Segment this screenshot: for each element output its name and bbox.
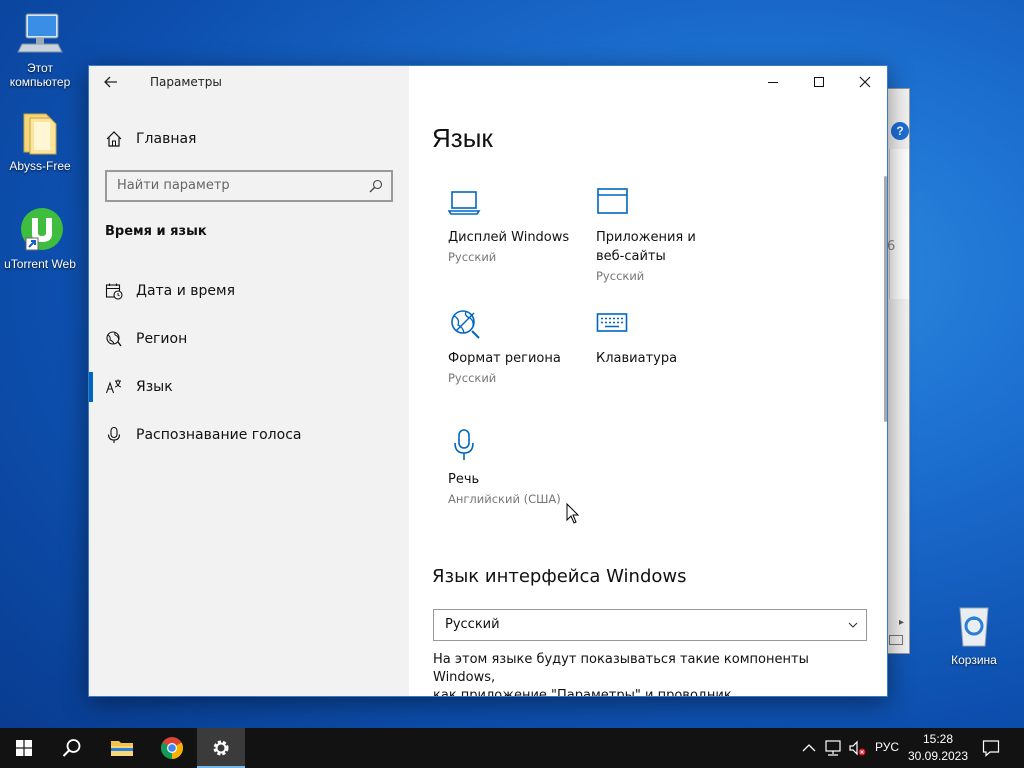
- folder-icon: [16, 108, 64, 156]
- sidebar: Параметры Главная Найти параметр Время и…: [89, 66, 409, 696]
- tile-label: Клавиатура: [596, 351, 678, 366]
- laptop-icon: [448, 191, 481, 215]
- clock-date: 30.09.2023: [907, 749, 969, 763]
- search-button[interactable]: [48, 728, 96, 768]
- chrome-button[interactable]: [148, 728, 196, 768]
- tile-label-line: Приложения и: [596, 230, 696, 245]
- background-window-text: 6: [887, 239, 896, 254]
- tile-label: Речь: [448, 472, 480, 487]
- sidebar-item-date-time[interactable]: Дата и время: [89, 271, 409, 311]
- minimize-button[interactable]: [750, 66, 796, 98]
- volume-muted-icon[interactable]: [848, 739, 866, 757]
- scrollbar[interactable]: [884, 176, 887, 422]
- desktop-icon-recycle-bin[interactable]: Корзина: [936, 602, 1012, 667]
- clock-time: 15:28: [922, 732, 954, 746]
- chrome-icon: [161, 737, 183, 759]
- tile-keyboard[interactable]: Клавиатура: [596, 307, 736, 377]
- scroll-right-icon[interactable]: ▸: [899, 617, 904, 628]
- select-value: Русский: [445, 617, 500, 632]
- tile-label: Дисплей Windows: [448, 230, 570, 245]
- file-explorer-button[interactable]: [98, 728, 146, 768]
- back-arrow-icon: [104, 76, 117, 88]
- recycle-bin-icon: [950, 602, 998, 650]
- settings-window[interactable]: Параметры Главная Найти параметр Время и…: [88, 65, 888, 697]
- home-icon: [106, 131, 122, 147]
- search-icon: [369, 179, 383, 193]
- globe-format-icon: [451, 310, 480, 339]
- tile-subtitle: Русский: [448, 250, 497, 264]
- description-line: как приложение "Параметры" и проводник.: [433, 688, 736, 697]
- search-input[interactable]: Найти параметр: [105, 170, 393, 202]
- sidebar-item-label: Дата и время: [136, 283, 235, 299]
- tile-region-format[interactable]: Формат региона Русский: [448, 307, 588, 387]
- language-indicator[interactable]: РУС: [875, 740, 899, 754]
- active-indicator: [89, 372, 93, 402]
- sidebar-item-label: Главная: [136, 131, 197, 147]
- view-icon[interactable]: [889, 635, 903, 645]
- computer-icon: [16, 10, 64, 58]
- tile-subtitle: Русский: [448, 371, 497, 385]
- keyboard-icon: [596, 313, 628, 332]
- tile-subtitle: Русский: [596, 269, 645, 283]
- tile-windows-display[interactable]: Дисплей Windows Русский: [448, 186, 588, 266]
- clock[interactable]: 15:28 30.09.2023: [906, 731, 970, 765]
- sidebar-item-label: Язык: [136, 379, 173, 395]
- section-title: Время и язык: [105, 224, 207, 239]
- globe-icon: [106, 331, 122, 347]
- tile-subtitle: Английский (США): [448, 492, 561, 506]
- notification-icon[interactable]: [982, 739, 1000, 757]
- back-button[interactable]: [101, 72, 121, 92]
- taskbar: РУС 15:28 30.09.2023: [0, 728, 1024, 768]
- maximize-icon: [814, 77, 824, 87]
- desktop-icon-utorrent-web[interactable]: uTorrent Web: [2, 206, 78, 271]
- language-icon: [105, 379, 122, 394]
- mouse-cursor-icon: [566, 503, 580, 524]
- folder-icon: [111, 741, 133, 756]
- window-icon: [597, 188, 628, 214]
- gear-icon: [213, 740, 229, 756]
- tile-label: Приложения и веб-сайты: [596, 228, 736, 266]
- utorrent-icon: [16, 206, 64, 254]
- tile-apps-websites[interactable]: Приложения и веб-сайты Русский: [596, 186, 736, 286]
- help-icon[interactable]: ?: [891, 122, 909, 140]
- description-line: На этом языке будут показываться такие к…: [433, 652, 809, 685]
- sidebar-item-label: Регион: [136, 331, 188, 347]
- sidebar-item-home[interactable]: Главная: [89, 119, 409, 159]
- tile-speech[interactable]: Речь Английский (США): [448, 428, 588, 508]
- window-title: Параметры: [150, 75, 222, 89]
- interface-language-select[interactable]: Русский: [433, 609, 867, 641]
- microphone-icon: [107, 426, 121, 443]
- desktop-icon-abyss-free[interactable]: Abyss-Free: [2, 108, 78, 173]
- maximize-button[interactable]: [796, 66, 842, 98]
- calendar-clock-icon: [105, 283, 123, 300]
- main-content: Язык Дисплей Windows Русский Приложения …: [409, 66, 887, 696]
- settings-taskbar-button[interactable]: [197, 728, 245, 768]
- title-bar[interactable]: Параметры: [89, 66, 409, 98]
- search-placeholder: Найти параметр: [117, 178, 230, 193]
- close-button[interactable]: [842, 66, 887, 98]
- sidebar-item-speech[interactable]: Распознавание голоса: [89, 415, 409, 455]
- sidebar-item-region[interactable]: Регион: [89, 319, 409, 359]
- microphone-icon: [454, 429, 474, 460]
- interface-language-description: На этом языке будут показываться такие к…: [433, 651, 863, 697]
- start-button[interactable]: [0, 728, 48, 768]
- close-icon: [859, 76, 871, 88]
- tile-label-line: веб-сайты: [596, 249, 666, 264]
- windows-logo-icon: [16, 740, 32, 756]
- interface-language-heading: Язык интерфейса Windows: [432, 566, 687, 587]
- minimize-icon: [768, 82, 778, 83]
- chevron-down-icon: [848, 622, 858, 628]
- sidebar-item-label: Распознавание голоса: [136, 427, 302, 443]
- desktop-icon-this-pc[interactable]: Этот компьютер: [2, 10, 78, 89]
- page-title: Язык: [432, 123, 493, 153]
- background-window-panel: [889, 149, 909, 299]
- search-icon: [62, 739, 81, 757]
- network-icon[interactable]: [824, 739, 842, 757]
- tile-label: Формат региона: [448, 351, 561, 366]
- sidebar-item-language[interactable]: Язык: [89, 367, 409, 407]
- chevron-up-icon[interactable]: [802, 739, 816, 757]
